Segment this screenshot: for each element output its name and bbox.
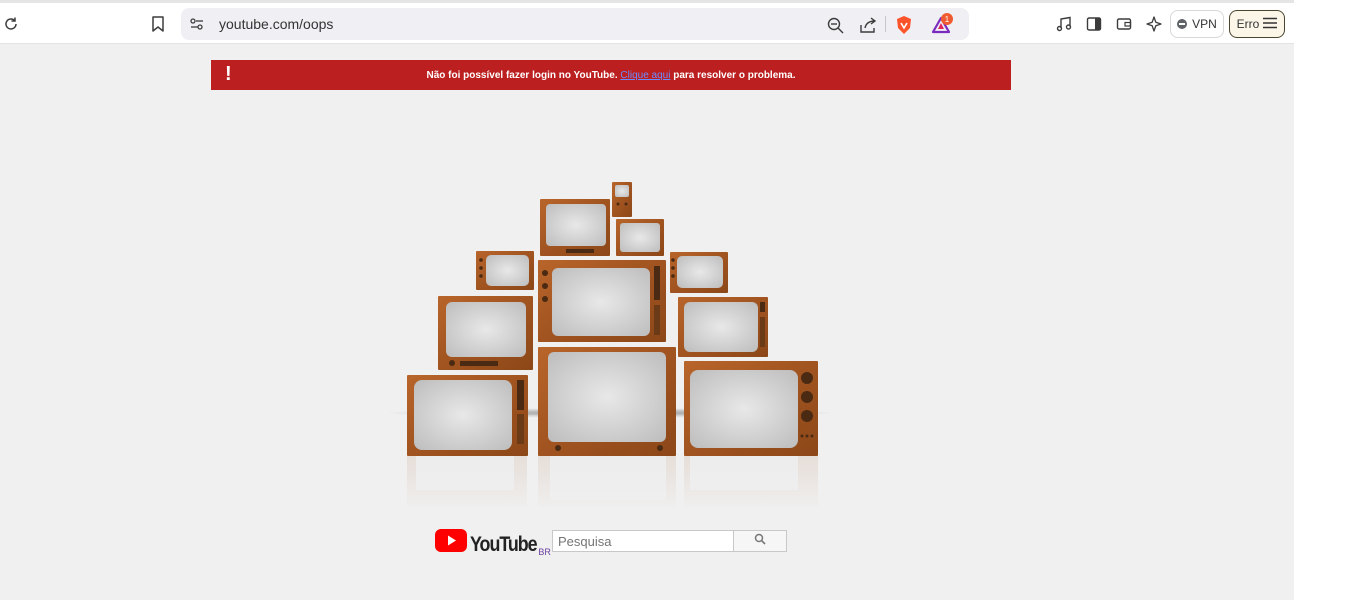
brave-rewards-icon[interactable]: 1 — [929, 13, 953, 36]
address-bar[interactable]: youtube.com/oops 1 — [181, 8, 969, 40]
alert-text-after: para resolver o problema. — [673, 69, 796, 81]
tv-stack-illustration — [380, 182, 840, 512]
vpn-status-icon — [1177, 19, 1188, 29]
alert-text-before: Não foi possível fazer login no YouTube. — [426, 69, 618, 81]
toolbar-divider — [885, 16, 886, 32]
browser-window: youtube.com/oops 1 VPN Erro ! Não foi po… — [0, 0, 1366, 600]
youtube-wordmark: YouTube — [470, 533, 538, 556]
error-menu-button[interactable]: Erro — [1229, 10, 1285, 38]
music-icon[interactable] — [1055, 15, 1073, 33]
brave-shields-icon[interactable] — [894, 15, 914, 35]
share-icon[interactable] — [859, 16, 877, 34]
page-content: ! Não foi possível fazer login no YouTub… — [0, 44, 1294, 600]
zoom-out-icon[interactable] — [826, 16, 844, 34]
notification-badge: 1 — [941, 13, 953, 25]
alert-link[interactable]: Clique aqui — [620, 70, 670, 81]
search-icon — [754, 532, 766, 550]
alert-message: Não foi possível fazer login no YouTube.… — [426, 70, 795, 81]
url-text[interactable]: youtube.com/oops — [219, 16, 333, 32]
youtube-play-icon — [435, 529, 467, 557]
search-button[interactable] — [733, 530, 787, 552]
site-settings-icon[interactable] — [189, 16, 205, 32]
error-label: Erro — [1236, 17, 1260, 31]
browser-toolbar: youtube.com/oops 1 VPN Erro — [0, 0, 1294, 44]
hamburger-menu-icon — [1263, 17, 1278, 32]
exclamation-icon: ! — [225, 63, 232, 85]
login-error-banner: ! Não foi possível fazer login no YouTub… — [211, 60, 1011, 90]
leo-ai-icon[interactable] — [1145, 15, 1163, 33]
vpn-label: VPN — [1192, 17, 1217, 31]
reload-icon[interactable] — [2, 15, 20, 33]
window-edge — [1294, 0, 1366, 600]
wallet-icon[interactable] — [1115, 15, 1133, 33]
vpn-button[interactable]: VPN — [1170, 10, 1224, 38]
region-label: BR — [538, 547, 551, 557]
sidebar-icon[interactable] — [1085, 15, 1103, 33]
bookmark-icon[interactable] — [149, 15, 167, 33]
search-input[interactable] — [552, 530, 734, 552]
youtube-logo[interactable]: YouTube BR — [435, 529, 551, 557]
